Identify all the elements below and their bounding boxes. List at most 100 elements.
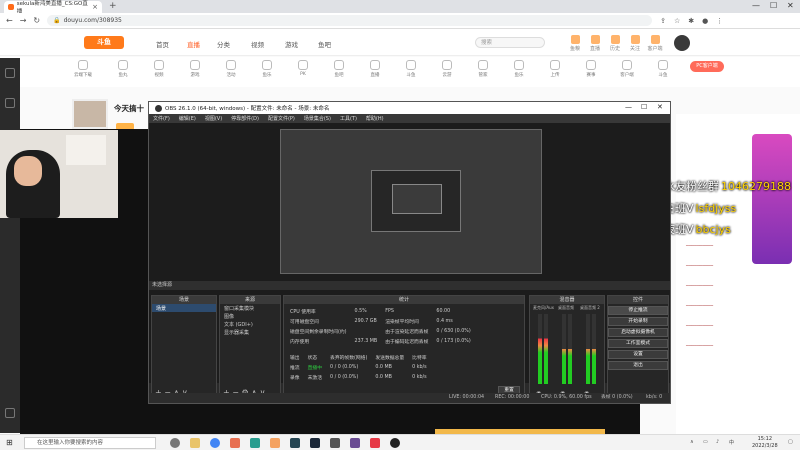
tab-close-icon[interactable]: × [92, 3, 98, 11]
category-item[interactable]: 管家 [466, 60, 500, 78]
top-icon-history[interactable]: 历史 [606, 35, 624, 52]
stop-streaming-button[interactable]: 停止推流 [608, 306, 668, 315]
profile-icon[interactable]: ● [702, 17, 708, 25]
top-icon-fish[interactable]: 鱼粮 [566, 35, 584, 52]
volume-icon[interactable]: ♪ [716, 439, 719, 445]
menu-tools[interactable]: 工具(T) [340, 115, 357, 122]
maximize-icon[interactable]: ☐ [770, 1, 777, 10]
category-item[interactable]: 视频 [142, 60, 176, 78]
extensions-icon[interactable]: ✱ [688, 17, 694, 25]
source-item[interactable]: 显示器采集 [220, 328, 280, 336]
obs-taskbar-icon[interactable] [390, 438, 400, 448]
bookmark-star-icon[interactable]: ☆ [674, 17, 680, 25]
sidebar-settings-icon[interactable] [5, 408, 15, 418]
top-icon-client[interactable]: 客户端 [646, 35, 664, 52]
category-item[interactable]: 斗鱼 [394, 60, 428, 78]
obs-preview-canvas[interactable] [280, 129, 542, 274]
nav-home[interactable]: 首页 [156, 39, 169, 49]
category-item[interactable]: 鱼乐 [250, 60, 284, 78]
category-item[interactable]: 上传 [538, 60, 572, 78]
source-item[interactable]: 文本 (GDI+) [220, 320, 280, 328]
notification-icon[interactable]: ▢ [788, 439, 793, 445]
menu-profile[interactable]: 配置文件(P) [268, 115, 295, 122]
sidebar-home-icon[interactable] [5, 68, 15, 78]
nav-game[interactable]: 游戏 [285, 39, 298, 49]
chrome-icon[interactable] [210, 438, 220, 448]
site-search-input[interactable]: 搜索 [475, 37, 545, 48]
category-label: 直播 [370, 73, 380, 78]
menu-file[interactable]: 文件(F) [153, 115, 170, 122]
obs-maximize-icon[interactable]: ☐ [641, 103, 647, 111]
steam-icon[interactable] [310, 438, 320, 448]
menu-docks[interactable]: 停靠部件(D) [231, 115, 259, 122]
url-input[interactable]: 🔒 douyu.com/308935 [47, 15, 653, 26]
exit-button[interactable]: 退出 [608, 361, 668, 370]
app-icon[interactable] [350, 438, 360, 448]
no-source-selected: 未选择源 [152, 282, 173, 288]
app-icon[interactable] [370, 438, 380, 448]
sidebar-follow-icon[interactable] [5, 98, 15, 108]
category-item[interactable]: 赛事 [574, 60, 608, 78]
source-item[interactable]: 图像 [220, 312, 280, 320]
category-item[interactable]: 鱼丸 [106, 60, 140, 78]
tray-up-icon[interactable]: ∧ [690, 439, 694, 445]
close-window-icon[interactable]: ✕ [787, 1, 794, 10]
forward-icon[interactable]: → [20, 16, 27, 25]
category-item[interactable]: 斗鱼 [646, 60, 680, 78]
category-item[interactable]: 活动 [214, 60, 248, 78]
app-icon[interactable] [250, 438, 260, 448]
category-item[interactable]: PK [286, 60, 320, 77]
menu-scene-collection[interactable]: 场景集合(S) [304, 115, 331, 122]
anchor-avatar[interactable] [72, 99, 108, 129]
top-icon-label: 客户端 [647, 46, 663, 52]
pc-client-button[interactable]: PC客户端 [690, 61, 724, 72]
obs-close-icon[interactable]: ✕ [657, 103, 663, 111]
mixer-meter [592, 314, 596, 384]
minimize-icon[interactable]: — [752, 1, 760, 10]
start-recording-button[interactable]: 开始录制 [608, 317, 668, 326]
user-avatar[interactable] [674, 35, 690, 51]
category-item[interactable]: 客户端 [610, 60, 644, 78]
category-item[interactable]: 鱼吧 [322, 60, 356, 78]
studio-mode-button[interactable]: 工作室模式 [608, 339, 668, 348]
promo-banner[interactable] [752, 134, 792, 264]
category-item[interactable]: 云端下载 [66, 60, 100, 78]
reload-icon[interactable]: ↻ [33, 16, 40, 25]
scene-item[interactable]: 场景 [152, 304, 216, 312]
top-icon-live[interactable]: 直播 [586, 35, 604, 52]
menu-edit[interactable]: 编辑(E) [179, 115, 196, 122]
taskbar-search-input[interactable]: 在这里输入你要搜索的内容 [24, 437, 156, 449]
douyu-logo[interactable]: 斗鱼 [84, 36, 124, 49]
category-item[interactable]: 直播 [358, 60, 392, 78]
category-item[interactable]: 鱼乐 [502, 60, 536, 78]
nav-live[interactable]: 直播 [187, 39, 200, 49]
menu-view[interactable]: 视图(V) [205, 115, 222, 122]
app-icon[interactable] [230, 438, 240, 448]
nav-video[interactable]: 视频 [251, 39, 264, 49]
obs-minimize-icon[interactable]: — [625, 103, 632, 111]
output-cell: 0.0 MB [375, 365, 392, 370]
share-icon[interactable]: ⇪ [660, 17, 666, 25]
category-item[interactable]: 云游 [430, 60, 464, 78]
top-icon-follow[interactable]: 关注 [626, 35, 644, 52]
category-item[interactable]: 游戏 [178, 60, 212, 78]
ime-icon[interactable]: 中 [729, 439, 734, 446]
nav-yuba[interactable]: 鱼吧 [318, 39, 331, 49]
taskbar-clock[interactable]: 15:12 2022/3/28 [752, 436, 778, 450]
task-view-icon[interactable] [170, 438, 180, 448]
browser-tab[interactable]: sekula新鸿美直播_CS:GO直播_ × [4, 1, 102, 15]
nav-category[interactable]: 分类 [217, 39, 230, 49]
menu-help[interactable]: 帮助(H) [366, 115, 384, 122]
file-explorer-icon[interactable] [190, 438, 200, 448]
windows-start-icon[interactable]: ⊞ [6, 438, 13, 447]
new-tab-button[interactable]: + [109, 1, 117, 11]
app-icon[interactable] [270, 438, 280, 448]
app-icon[interactable] [290, 438, 300, 448]
menu-dots-icon[interactable]: ⋮ [716, 17, 723, 25]
back-icon[interactable]: ← [6, 16, 13, 25]
network-icon[interactable]: ▭ [703, 439, 708, 445]
virtual-camera-button[interactable]: 启动虚拟摄像机 [608, 328, 668, 337]
settings-button[interactable]: 设置 [608, 350, 668, 359]
source-item[interactable]: 窗口采集模块 [220, 304, 280, 312]
app-icon[interactable] [330, 438, 340, 448]
